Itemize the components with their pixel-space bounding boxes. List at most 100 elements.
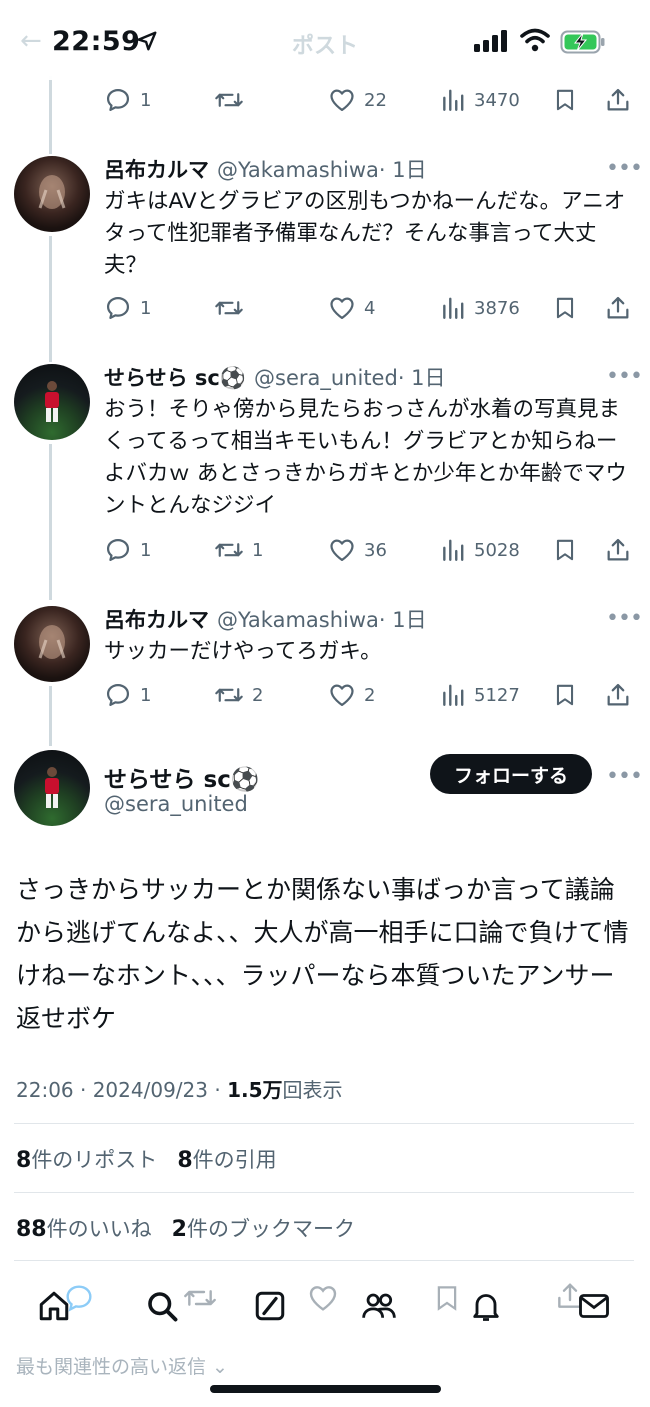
reply-count: 1 [140, 89, 152, 111]
bookmark-button[interactable] [552, 534, 578, 566]
divider [14, 1192, 634, 1193]
action-bar: 1 22 3470 [104, 84, 634, 116]
likes-count: 88 [16, 1217, 47, 1242]
messages-icon[interactable] [576, 1288, 612, 1324]
avatar[interactable] [14, 750, 90, 826]
wifi-icon [520, 28, 550, 52]
bookmark-icon [556, 684, 574, 706]
repost-button[interactable]: 1 [214, 534, 263, 566]
user-handle[interactable]: @sera_united [254, 366, 398, 390]
like-icon[interactable] [306, 1282, 340, 1314]
reply-count: 1 [140, 539, 152, 561]
reply-text: ガキはAVとグラビアの区別もつかねーんだな。アニオタって性犯罪者予備軍なんだ？そ… [104, 189, 626, 278]
reply-icon [106, 683, 130, 707]
likes-link[interactable]: 88件のいいね [16, 1217, 152, 1242]
like-icon [330, 89, 354, 112]
like-button[interactable]: 36 [328, 534, 387, 566]
avatar[interactable] [14, 606, 90, 682]
views-icon [443, 89, 464, 111]
display-name[interactable]: せらせら sc⚽ [104, 760, 260, 794]
views-icon [443, 539, 464, 561]
like-button[interactable]: 2 [328, 679, 375, 711]
status-time: 22:59 [52, 26, 141, 57]
views-icon [443, 297, 464, 319]
post-time[interactable]: · 1日 [379, 158, 427, 182]
more-options-icon[interactable]: ••• [606, 156, 643, 181]
reply-header: せらせら sc⚽ @sera_united· 1日 [104, 362, 446, 392]
user-handle[interactable]: @sera_united [104, 792, 248, 816]
user-handle[interactable]: @Yakamashiwa [217, 158, 379, 182]
post-time[interactable]: · 1日 [398, 366, 446, 390]
repost-button[interactable] [214, 292, 252, 324]
status-bar: ← ポスト 22:59 [0, 0, 650, 80]
display-name[interactable]: せらせら sc⚽ [104, 366, 246, 390]
sort-replies-dropdown[interactable]: 最も関連性の高い返信 ⌄ [16, 1352, 228, 1379]
bookmark-icon[interactable] [432, 1282, 462, 1314]
views-button[interactable]: 5127 [440, 679, 520, 711]
bookmark-button[interactable] [552, 292, 578, 324]
avatar[interactable] [14, 156, 90, 232]
like-count: 4 [364, 297, 376, 319]
post-timestamp[interactable]: 22:06 · 2024/09/23 · [16, 1078, 227, 1102]
repost-count: 1 [252, 539, 264, 561]
more-options-icon[interactable]: ••• [606, 606, 643, 631]
repost-button[interactable]: 2 [214, 679, 263, 711]
repost-icon [215, 301, 243, 315]
like-count: 22 [364, 89, 387, 111]
post-text: さっきからサッカーとか関係ない事ばっか言って議論から逃げてんなよ、、大人が高一相… [16, 875, 629, 1033]
post-time[interactable]: · 1日 [379, 608, 427, 632]
repost-icon[interactable] [182, 1282, 218, 1314]
views-button[interactable]: 3470 [440, 84, 520, 116]
like-icon [330, 297, 354, 320]
quotes-count: 8 [177, 1148, 193, 1173]
quotes-link[interactable]: 8件の引用 [177, 1148, 277, 1173]
share-button[interactable] [604, 679, 632, 711]
more-options-icon[interactable]: ••• [606, 764, 643, 789]
bookmarks-link[interactable]: 2件のブックマーク [171, 1217, 355, 1242]
notifications-icon[interactable] [468, 1288, 504, 1324]
reposts-link[interactable]: 8件のリポスト [16, 1148, 157, 1173]
display-name[interactable]: 呂布カルマ [104, 158, 209, 182]
action-bar: 1 1 36 5028 [104, 534, 634, 566]
share-button[interactable] [604, 84, 632, 116]
follow-button[interactable]: フォローする [430, 754, 592, 794]
reply-text: サッカーだけやってろガキ。 [104, 639, 382, 664]
like-count: 36 [364, 539, 387, 561]
like-button[interactable]: 22 [328, 84, 387, 116]
grok-icon[interactable] [252, 1288, 288, 1324]
share-icon [607, 88, 629, 111]
repost-button[interactable] [214, 84, 252, 116]
reply-button[interactable]: 1 [104, 84, 151, 116]
search-icon[interactable] [144, 1288, 180, 1324]
quotes-label: 件の引用 [192, 1148, 277, 1172]
more-options-icon[interactable]: ••• [606, 364, 643, 389]
display-name[interactable]: 呂布カルマ [104, 608, 209, 632]
like-icon [330, 539, 354, 562]
reply-button[interactable]: 1 [104, 292, 151, 324]
bookmarks-count: 2 [171, 1217, 187, 1242]
bookmark-button[interactable] [552, 679, 578, 711]
avatar[interactable] [14, 364, 90, 440]
likes-label: 件のいいね [46, 1217, 152, 1241]
views-button[interactable]: 3876 [440, 292, 520, 324]
signal-icon [474, 30, 507, 52]
reply-button[interactable]: 1 [104, 679, 151, 711]
bookmark-icon [556, 89, 574, 111]
views-button[interactable]: 5028 [440, 534, 520, 566]
reply-button[interactable]: 1 [104, 534, 151, 566]
home-indicator[interactable] [210, 1385, 441, 1393]
like-button[interactable]: 4 [328, 292, 375, 324]
user-handle[interactable]: @Yakamashiwa [217, 608, 379, 632]
repost-icon [215, 93, 243, 107]
view-count: 1.5万 [227, 1078, 283, 1102]
reply-header: 呂布カルマ @Yakamashiwa· 1日 [104, 604, 427, 634]
share-button[interactable] [604, 292, 632, 324]
home-icon[interactable] [36, 1288, 72, 1324]
communities-icon[interactable] [360, 1288, 398, 1324]
bookmark-button[interactable] [552, 84, 578, 116]
share-button[interactable] [604, 534, 632, 566]
bookmarks-label: 件のブックマーク [186, 1217, 355, 1241]
action-bar: 1 2 2 5127 [104, 679, 634, 711]
reply-icon [106, 88, 130, 112]
thread-line [49, 236, 52, 362]
